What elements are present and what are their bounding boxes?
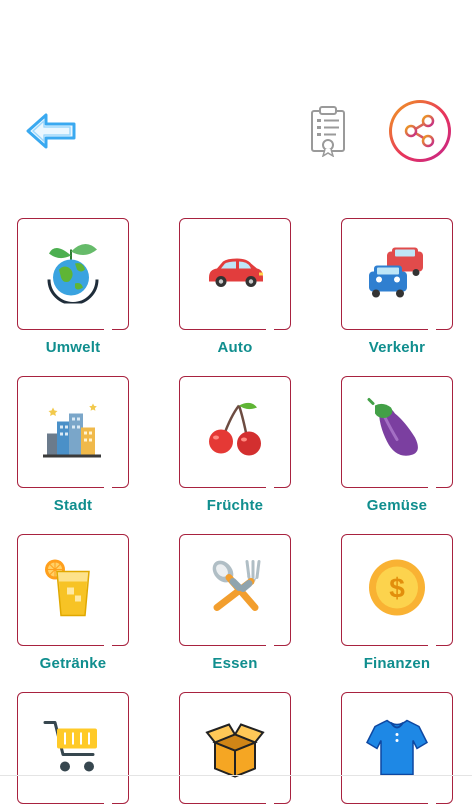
category-card (17, 218, 129, 331)
category-card (179, 376, 291, 489)
shirt-icon (366, 719, 428, 776)
open-box-icon (205, 723, 265, 778)
traffic-cars-icon (369, 247, 423, 298)
category-card: $ (341, 534, 453, 647)
category-card (179, 534, 291, 647)
category-finanzen[interactable]: $ Finanzen (339, 534, 455, 672)
category-label: Auto (217, 339, 253, 356)
category-card (341, 376, 453, 489)
shopping-cart-icon (43, 721, 97, 772)
category-gemuese[interactable]: Gemüse (339, 376, 455, 514)
category-card (17, 534, 129, 647)
share-button[interactable] (389, 100, 451, 162)
category-stadt[interactable]: Stadt (15, 376, 131, 514)
category-getraenke[interactable]: Getränke (15, 534, 131, 672)
category-label: Stadt (53, 497, 93, 514)
eggplant-icon (367, 398, 418, 456)
arrow-left-icon (26, 113, 76, 149)
category-clothing[interactable] (339, 692, 455, 805)
spoon-fork-icon (212, 560, 261, 611)
category-card (17, 692, 129, 805)
category-umwelt[interactable]: Umwelt (15, 218, 131, 356)
category-label: Umwelt (45, 339, 101, 356)
category-box[interactable] (177, 692, 293, 805)
category-label: Essen (212, 655, 258, 672)
category-essen[interactable]: Essen (177, 534, 293, 672)
category-fruechte[interactable]: Früchte (177, 376, 293, 514)
category-shopping[interactable] (15, 692, 131, 805)
category-card (341, 692, 453, 805)
lemonade-glass-icon (45, 559, 90, 617)
category-auto[interactable]: Auto (177, 218, 293, 356)
certificate-document-icon (311, 106, 345, 158)
share-icon (404, 114, 435, 148)
earth-plant-icon (47, 243, 99, 305)
city-buildings-icon (43, 403, 101, 458)
category-label: Getränke (39, 655, 107, 672)
category-label: Gemüse (366, 497, 428, 514)
category-label: Verkehr (368, 339, 426, 356)
bottom-divider (0, 775, 472, 776)
dollar-coin-icon: $ (369, 559, 425, 616)
category-card (341, 218, 453, 331)
category-label: Finanzen (363, 655, 431, 672)
category-card (17, 376, 129, 489)
back-button[interactable] (24, 109, 80, 153)
svg-text:$: $ (389, 573, 405, 604)
category-card (179, 692, 291, 805)
cherries-icon (209, 402, 261, 456)
certificate-button[interactable] (306, 105, 350, 158)
category-verkehr[interactable]: Verkehr (339, 218, 455, 356)
category-card (179, 218, 291, 331)
toolbar (0, 95, 472, 170)
category-label: Früchte (206, 497, 264, 514)
car-icon (209, 258, 263, 287)
